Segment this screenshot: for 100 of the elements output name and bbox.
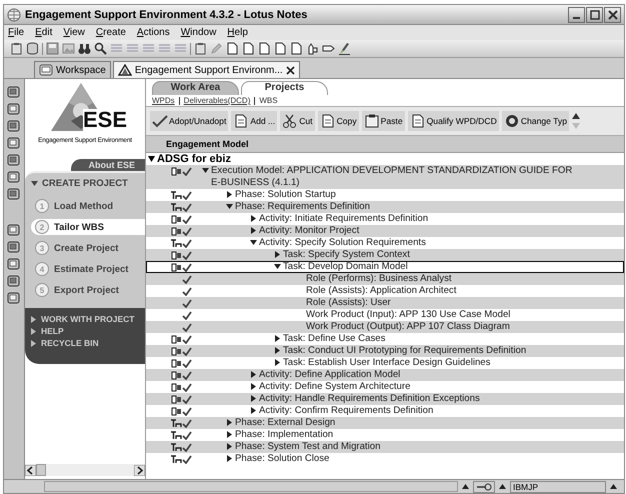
view-link[interactable]: WPDs — [152, 96, 175, 105]
tree-row[interactable]: Task: Develop Domain Model — [146, 261, 624, 273]
up-arrow-icon[interactable] — [498, 482, 507, 491]
caret-right-icon[interactable] — [274, 359, 281, 366]
step-item[interactable]: 1 Load Method — [31, 198, 145, 214]
bookmark-icon[interactable] — [7, 291, 21, 305]
tree-row[interactable]: Role (Performs): Business Analyst — [146, 273, 624, 285]
tree-row[interactable]: Phase: System Test and Migration — [146, 441, 624, 453]
up-arrow-icon[interactable] — [461, 482, 470, 491]
tree-row[interactable]: Activity: Handle Requirements Definition Exceptions — [146, 393, 624, 405]
maximize-icon — [590, 10, 600, 20]
caret-down-icon[interactable] — [226, 203, 233, 210]
bookmark-icon[interactable] — [7, 153, 21, 167]
caret-right-icon[interactable] — [250, 215, 257, 222]
menu-item[interactable]: Create — [96, 27, 126, 38]
caret-down-icon[interactable] — [250, 239, 257, 246]
nav-link[interactable]: WORK WITH PROJECT — [41, 314, 134, 324]
caret-right-icon[interactable] — [250, 407, 257, 414]
save-icon[interactable] — [46, 42, 59, 55]
step-item[interactable]: 4 Estimate Project — [31, 261, 145, 277]
bookmark-icon[interactable] — [7, 223, 21, 237]
action-button[interactable]: Copy — [318, 111, 359, 131]
bookmark-icon[interactable] — [7, 136, 21, 150]
caret-right-icon[interactable] — [226, 443, 233, 450]
workspace-tab[interactable]: Engagement Support Environm... — [112, 61, 300, 78]
column-header[interactable]: Engagement Model — [146, 135, 624, 153]
tree-row[interactable]: Work Product (Output): APP 107 Class Diagram — [146, 321, 624, 333]
menu-item[interactable]: Window — [180, 27, 216, 38]
bookmark-icon[interactable] — [7, 257, 21, 271]
action-button[interactable]: Qualify WPD/DCD — [408, 111, 499, 131]
caret-right-icon[interactable] — [226, 431, 233, 438]
caret-right-icon[interactable] — [250, 395, 257, 402]
caret-down-icon[interactable] — [202, 167, 209, 174]
step-item[interactable]: 5 Export Project — [31, 282, 145, 298]
clipboard-icon[interactable] — [194, 42, 207, 55]
menu-item[interactable]: Edit — [35, 27, 52, 38]
workspace-tab[interactable]: Workspace — [34, 61, 111, 78]
horizontal-scrollbar[interactable] — [25, 464, 145, 476]
caret-right-icon[interactable] — [274, 251, 281, 258]
about-link[interactable]: About ESE — [70, 159, 145, 171]
tree-row[interactable]: Phase: Requirements Definition — [146, 201, 624, 213]
tree-row[interactable]: Execution Model: APPLICATION DEVELOPMENT STANDARDIZATION GUIDE FOR E-BUSINESS (4.1.1) — [146, 165, 624, 189]
caret-right-icon[interactable] — [226, 455, 233, 462]
caret-right-icon[interactable] — [250, 383, 257, 390]
tree-row[interactable]: Activity: Monitor Project — [146, 225, 624, 237]
scroll-arrows-icon[interactable] — [572, 112, 580, 130]
caret-right-icon[interactable] — [226, 191, 233, 198]
nav-link[interactable]: RECYCLE BIN — [41, 338, 99, 348]
action-button[interactable]: Adopt/Unadopt — [150, 111, 228, 131]
section-header[interactable]: CREATE PROJECT — [31, 178, 145, 189]
caret-right-icon[interactable] — [250, 371, 257, 378]
action-button[interactable]: Paste — [362, 111, 405, 131]
search-icon[interactable] — [94, 42, 107, 55]
view-tab[interactable]: Work Area — [152, 81, 239, 95]
view-link[interactable]: Deliverables(DCD) — [184, 96, 250, 105]
menu-item[interactable]: File — [8, 27, 24, 38]
scroll-thumb[interactable] — [36, 464, 46, 476]
bookmark-icon[interactable] — [7, 274, 21, 288]
tree-row[interactable]: Task: Conduct UI Prototyping for Requirements Definition — [146, 345, 624, 357]
caret-down-icon[interactable] — [274, 263, 281, 270]
caret-right-icon[interactable] — [274, 347, 281, 354]
bookmark-icon[interactable] — [7, 170, 21, 184]
maximize-button[interactable] — [586, 6, 603, 22]
tree-row[interactable]: Phase: External Design — [146, 417, 624, 429]
action-button[interactable]: Cut — [280, 111, 315, 131]
view-link[interactable]: WBS — [259, 96, 278, 105]
clipboard-icon[interactable] — [10, 42, 23, 55]
menu-item[interactable]: Help — [227, 27, 248, 38]
close-icon[interactable] — [286, 66, 295, 74]
bookmark-icon[interactable] — [7, 119, 21, 133]
step-number: 1 — [35, 199, 49, 213]
close-button[interactable] — [604, 6, 621, 22]
action-button[interactable]: Change Typ — [502, 111, 569, 131]
tree-row[interactable]: Activity: Define Application Model — [146, 369, 624, 381]
binoculars-icon[interactable] — [78, 42, 91, 55]
up-arrow-icon[interactable] — [609, 482, 618, 491]
view-tab[interactable]: Projects — [241, 81, 328, 95]
caret-right-icon[interactable] — [274, 335, 281, 342]
step-item[interactable]: 3 Create Project — [31, 240, 145, 256]
connection-indicator[interactable] — [473, 480, 495, 492]
bookmark-icon[interactable] — [7, 85, 21, 99]
bookmark-icon[interactable] — [7, 187, 21, 201]
caret-right-icon[interactable] — [250, 227, 257, 234]
bookmark-icon[interactable] — [7, 102, 21, 116]
brush-icon[interactable] — [338, 42, 351, 55]
scroll-left-icon[interactable] — [25, 464, 36, 476]
bookmark-icon[interactable] — [7, 240, 21, 254]
location-field[interactable]: IBMJP — [510, 480, 606, 492]
menu-item[interactable]: View — [63, 27, 85, 38]
minimize-button[interactable] — [568, 6, 585, 22]
tree-root[interactable]: ADSG for ebiz — [146, 153, 624, 165]
caret-right-icon[interactable] — [226, 419, 233, 426]
scroll-right-icon[interactable] — [134, 464, 145, 476]
tree-row[interactable]: Role (Assists): User — [146, 297, 624, 309]
nav-link[interactable]: HELP — [41, 326, 64, 336]
database-icon[interactable] — [26, 42, 39, 55]
step-item[interactable]: 2 Tailor WBS — [31, 219, 145, 235]
menu-item[interactable]: Actions — [136, 27, 170, 38]
action-button[interactable]: Add ... — [231, 111, 278, 131]
tree-row[interactable]: Task: Specify System Context — [146, 249, 624, 261]
